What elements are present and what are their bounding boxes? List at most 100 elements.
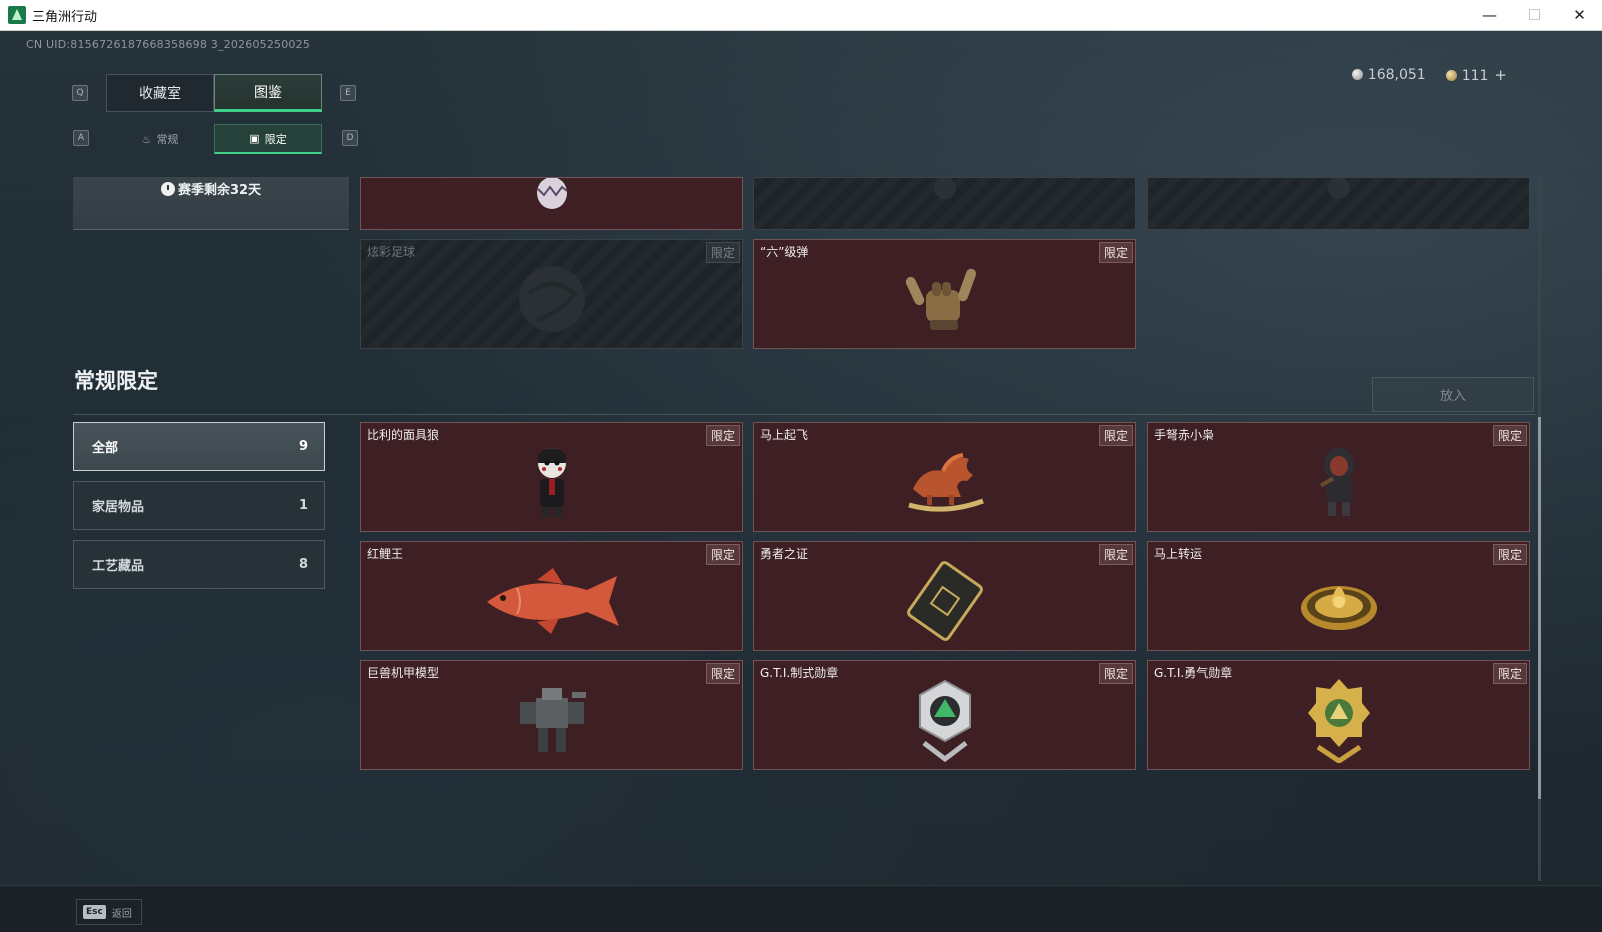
key-hint-a: A: [73, 130, 89, 146]
season-remaining: 赛季剩余32天: [73, 177, 349, 198]
section-divider: [73, 414, 1536, 415]
back-button[interactable]: Esc 返回: [76, 899, 142, 925]
collection-card-locked[interactable]: 炫彩足球 限定: [360, 239, 743, 349]
egg-icon: [536, 178, 568, 210]
limited-badge: 限定: [1492, 544, 1527, 565]
key-hint-d: D: [342, 130, 358, 146]
key-hint-q: Q: [72, 85, 88, 101]
card-badge-icon: [906, 561, 983, 642]
close-button[interactable]: ✕: [1557, 0, 1602, 31]
currency-bar: 168,051 111 +: [1351, 66, 1507, 84]
collection-card-locked[interactable]: [753, 177, 1136, 230]
limited-badge: 限定: [1098, 242, 1133, 263]
window-controls: — ☐ ✕: [1467, 0, 1602, 31]
filter-craft-items[interactable]: 工艺藏品 8: [73, 540, 325, 589]
filter-count: 9: [298, 439, 308, 454]
tab-label: 限定: [264, 132, 287, 146]
collection-card[interactable]: 红鲤王 限定: [360, 541, 743, 651]
tab-collection-room[interactable]: 收藏室: [106, 74, 214, 112]
rocking-horse-icon: [907, 453, 984, 513]
locked-item-icon: [1327, 178, 1350, 200]
scrollbar-thumb[interactable]: [1538, 417, 1541, 799]
tab-label: 常规: [156, 133, 179, 146]
card-name: 马上起飞: [760, 428, 809, 442]
footer-bar: Esc 返回: [0, 885, 1602, 932]
mech-model-icon: [519, 688, 586, 753]
locked-item-icon: [933, 178, 956, 200]
season-panel: 赛季剩余32天: [73, 177, 349, 230]
carp-fish-icon: [486, 568, 619, 635]
maximize-button[interactable]: ☐: [1512, 0, 1557, 31]
season-remaining-text: 赛季剩余32天: [177, 183, 262, 198]
tab-regular[interactable]: ♨ 常规: [106, 124, 214, 154]
limited-badge: 限定: [1098, 425, 1133, 446]
silver-coin-icon: [1351, 69, 1363, 80]
silver-amount: 168,051: [1367, 67, 1426, 83]
filter-home-items[interactable]: 家居物品 1: [73, 481, 325, 530]
collection-card[interactable]: 手弩赤小枭 限定: [1147, 422, 1530, 532]
app-logo-icon: [8, 6, 26, 24]
tab-label: 图鉴: [254, 85, 282, 101]
uid-text: CN UID:8156726187668358698 3_20260525002…: [26, 38, 311, 51]
limited-badge: 限定: [705, 544, 740, 565]
collection-card[interactable]: 比利的面具狼 限定: [360, 422, 743, 532]
limited-badge: 限定: [1492, 425, 1527, 446]
card-name: 炫彩足球: [367, 245, 416, 259]
tab-codex[interactable]: 图鉴: [214, 74, 322, 112]
silver-currency: 168,051: [1351, 67, 1426, 83]
tab-label: 收藏室: [139, 86, 181, 102]
collection-card[interactable]: G.T.I.勇气勋章 限定: [1147, 660, 1530, 770]
football-icon: [518, 266, 585, 333]
section-title: 常规限定: [74, 369, 158, 393]
card-name: G.T.I.制式勋章: [760, 666, 839, 680]
hand-sign-icon: [905, 269, 976, 331]
limited-badge: 限定: [705, 663, 740, 684]
filter-all[interactable]: 全部 9: [73, 422, 325, 471]
image-icon: ▣: [249, 132, 260, 145]
card-name: 手弩赤小枭: [1154, 428, 1215, 442]
limited-badge: 限定: [1098, 544, 1133, 565]
collection-card[interactable]: 马上转运 限定: [1147, 541, 1530, 651]
filter-label: 全部: [92, 441, 119, 456]
collection-card[interactable]: “六”级弹 限定: [753, 239, 1136, 349]
esc-key-icon: Esc: [83, 905, 106, 919]
silver-medal-icon: [918, 680, 971, 763]
collection-card[interactable]: G.T.I.制式勋章 限定: [753, 660, 1136, 770]
tab-limited[interactable]: ▣ 限定: [214, 124, 322, 154]
card-name: G.T.I.勇气勋章: [1154, 666, 1233, 680]
minimize-button[interactable]: —: [1467, 0, 1512, 31]
puppet-figure-icon: [537, 448, 566, 518]
window-titlebar: 三角洲行动 — ☐ ✕: [0, 0, 1602, 31]
collection-card[interactable]: 马上起飞 限定: [753, 422, 1136, 532]
back-label: 返回: [111, 908, 132, 920]
collection-card[interactable]: [360, 177, 743, 230]
filter-count: 8: [298, 557, 308, 572]
filter-label: 工艺藏品: [92, 559, 145, 574]
flame-icon: ♨: [141, 132, 152, 146]
gold-amount: 111: [1461, 68, 1489, 84]
gold-coin-icon: [1445, 70, 1457, 81]
limited-badge: 限定: [1098, 663, 1133, 684]
card-name: 巨兽机甲模型: [367, 666, 440, 680]
collection-card[interactable]: 勇者之证 限定: [753, 541, 1136, 651]
put-in-button[interactable]: 放入: [1372, 377, 1534, 412]
card-name: 勇者之证: [760, 547, 809, 561]
golden-wheel-icon: [1300, 586, 1377, 631]
gold-currency: 111 +: [1445, 66, 1507, 84]
add-currency-button[interactable]: +: [1494, 66, 1507, 84]
collection-card[interactable]: 巨兽机甲模型 限定: [360, 660, 743, 770]
limited-badge: 限定: [1492, 663, 1527, 684]
collection-card-locked[interactable]: [1147, 177, 1530, 230]
clock-icon: [160, 182, 175, 196]
sub-tabs: ♨ 常规 ▣ 限定: [106, 124, 322, 154]
app-content: CN UID:8156726187668358698 3_20260525002…: [0, 31, 1602, 932]
card-name: “六”级弹: [760, 245, 809, 259]
main-tabs: 收藏室 图鉴: [106, 74, 322, 112]
limited-badge: 限定: [705, 425, 740, 446]
key-hint-e: E: [340, 85, 356, 101]
hooded-figure-icon: [1319, 448, 1354, 517]
window-title: 三角洲行动: [32, 9, 98, 25]
filter-label: 家居物品: [92, 500, 145, 515]
gold-medal-icon: [1307, 679, 1370, 764]
card-name: 马上转运: [1154, 547, 1203, 561]
